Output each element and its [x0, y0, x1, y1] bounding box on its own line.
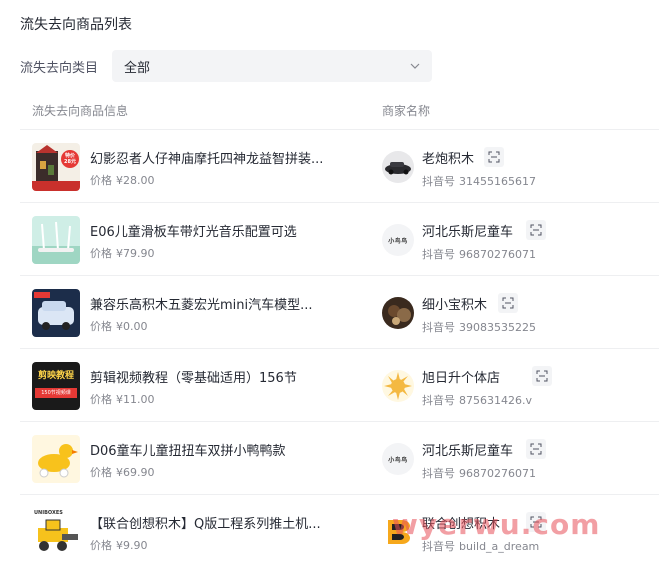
- thumb-brand: UNIBOXES: [34, 510, 63, 516]
- shop-name[interactable]: 联合创想积木: [422, 513, 500, 532]
- category-select[interactable]: 全部: [112, 50, 432, 82]
- shop-name[interactable]: 老炮积木: [422, 148, 474, 167]
- shop-name[interactable]: 河北乐斯尼童车: [422, 440, 513, 459]
- category-filter-label: 流失去向类目: [20, 60, 99, 76]
- product-title[interactable]: 兼容乐高积木五菱宏光mini汽车模型...: [90, 294, 350, 313]
- product-title[interactable]: 【联合创想积木】Q版工程系列推土机...: [90, 513, 350, 532]
- shop-douyin-id: 抖音号 31455165617: [422, 175, 536, 188]
- table-row: UNIBOXES 【联合创想积木】Q版工程系列推土机... 价格 ¥9.90 联合…: [20, 495, 659, 562]
- product-thumbnail[interactable]: [32, 289, 80, 337]
- shop-avatar: [382, 297, 414, 329]
- product-title[interactable]: 剪辑视频教程（零基础适用）156节: [90, 367, 350, 386]
- column-header-goods: 流失去向商品信息: [32, 104, 129, 118]
- scan-icon[interactable]: [526, 220, 546, 240]
- chevron-down-icon: [410, 63, 420, 69]
- product-price: 价格 ¥0.00: [90, 320, 148, 333]
- shop-avatar: [382, 151, 414, 183]
- table-row: D06童车儿童扭扭车双拼小鸭鸭款 价格 ¥69.90 小鸟鸟 河北乐斯尼童车 抖音…: [20, 422, 659, 495]
- page-title: 流失去向商品列表: [20, 17, 132, 33]
- shop-douyin-id: 抖音号 96870276071: [422, 467, 536, 480]
- column-header-shop: 商家名称: [382, 104, 431, 118]
- table-row: E06儿童滑板车带灯光音乐配置可选 价格 ¥79.90 小鸟鸟 河北乐斯尼童车 抖…: [20, 203, 659, 276]
- category-select-value: 全部: [124, 60, 151, 76]
- product-thumbnail[interactable]: 特价 28元: [32, 143, 80, 191]
- category-filter: 流失去向类目 全部: [20, 50, 432, 82]
- product-thumbnail[interactable]: [32, 435, 80, 483]
- product-price: 价格 ¥9.90: [90, 539, 148, 552]
- table-row: 特价 28元 幻影忍者人仔神庙摩托四神龙益智拼装... 价格 ¥28.00 老炮积…: [20, 130, 659, 203]
- thumb-title: 剪映教程: [37, 371, 74, 381]
- shop-name[interactable]: 旭日升个体店: [422, 367, 500, 386]
- scan-icon[interactable]: [526, 512, 546, 532]
- shop-avatar: 小鸟鸟: [382, 443, 414, 475]
- product-thumbnail[interactable]: 剪映教程 150节视频课: [32, 362, 80, 410]
- shop-douyin-id: 抖音号 875631426.v: [422, 394, 532, 407]
- scan-icon[interactable]: [526, 439, 546, 459]
- product-thumbnail[interactable]: [32, 216, 80, 264]
- product-thumbnail[interactable]: UNIBOXES: [32, 508, 80, 556]
- shop-douyin-id: 抖音号 96870276071: [422, 248, 536, 261]
- shop-avatar: [382, 370, 414, 402]
- product-title[interactable]: E06儿童滑板车带灯光音乐配置可选: [90, 221, 350, 240]
- thumb-badge: 特价 28元: [64, 153, 76, 165]
- shop-name[interactable]: 河北乐斯尼童车: [422, 221, 513, 240]
- shop-douyin-id: 抖音号 39083535225: [422, 321, 536, 334]
- product-title[interactable]: 幻影忍者人仔神庙摩托四神龙益智拼装...: [90, 148, 350, 167]
- product-price: 价格 ¥69.90: [90, 466, 155, 479]
- product-title[interactable]: D06童车儿童扭扭车双拼小鸭鸭款: [90, 440, 350, 459]
- thumb-subtitle: 150节视频课: [35, 388, 77, 398]
- product-price: 价格 ¥28.00: [90, 174, 155, 187]
- shop-avatar: [382, 516, 414, 548]
- product-price: 价格 ¥79.90: [90, 247, 155, 260]
- table-header: 流失去向商品信息 商家名称: [20, 92, 659, 130]
- scan-icon[interactable]: [498, 293, 518, 313]
- table-row: 剪映教程 150节视频课 剪辑视频教程（零基础适用）156节 价格 ¥11.00 …: [20, 349, 659, 422]
- scan-icon[interactable]: [532, 366, 552, 386]
- scan-icon[interactable]: [484, 147, 504, 167]
- shop-avatar: 小鸟鸟: [382, 224, 414, 256]
- shop-name[interactable]: 细小宝积木: [422, 294, 487, 313]
- table-row: 兼容乐高积木五菱宏光mini汽车模型... 价格 ¥0.00 细小宝积木 抖音号 3…: [20, 276, 659, 349]
- product-price: 价格 ¥11.00: [90, 393, 155, 406]
- shop-douyin-id: 抖音号 build_a_dream: [422, 540, 540, 553]
